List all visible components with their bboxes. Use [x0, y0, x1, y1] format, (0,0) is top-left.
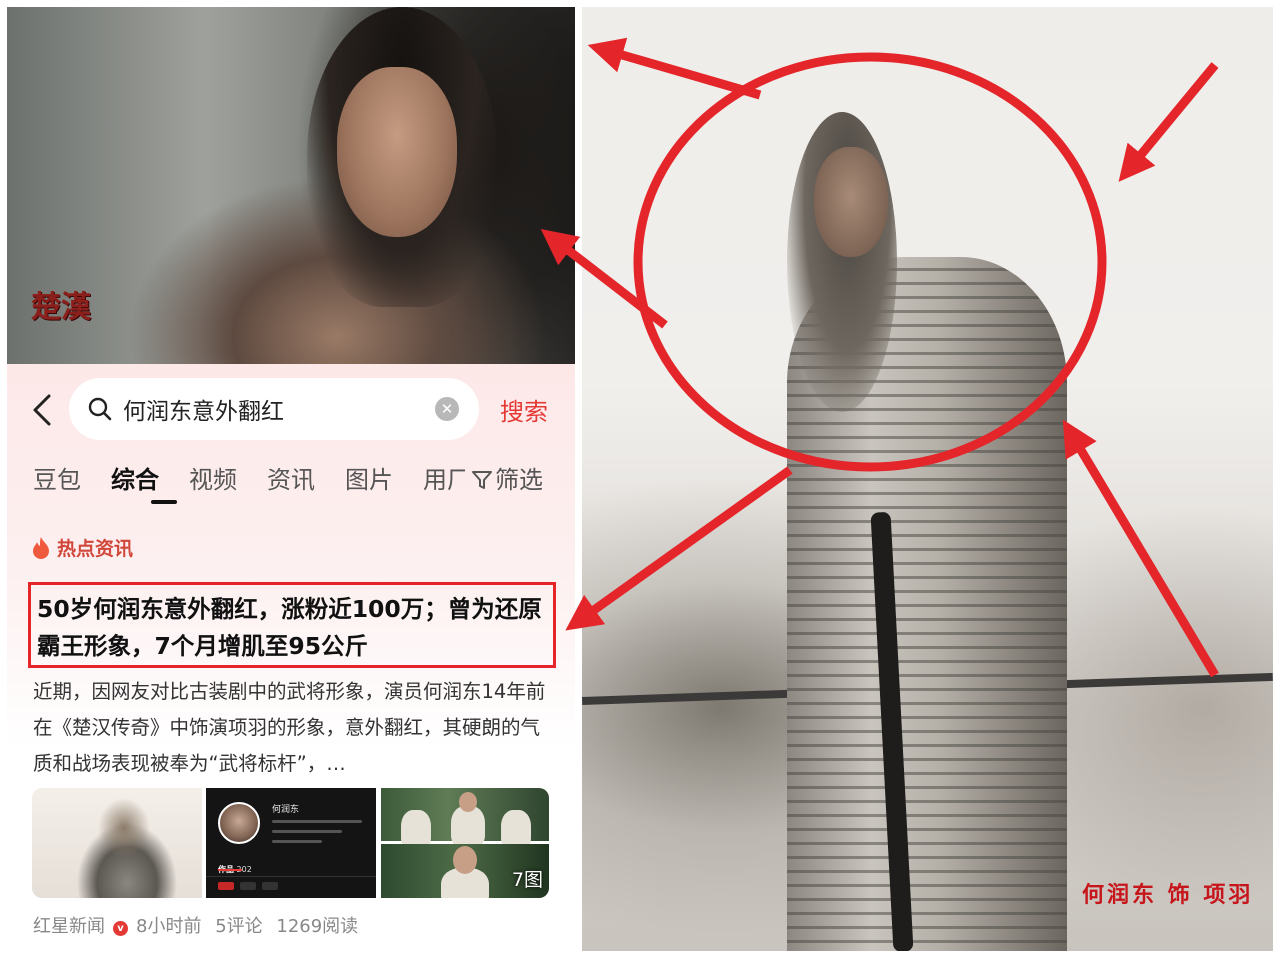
- profile-name: 何润东: [272, 805, 300, 815]
- verified-badge-icon: v: [113, 921, 128, 936]
- profile-divider: [206, 876, 376, 877]
- drama-still-armored-warrior: 何润东 饰 项羽: [582, 7, 1273, 951]
- clear-icon[interactable]: ✕: [435, 397, 459, 421]
- profile-stats-line: [272, 840, 322, 843]
- profile-stats-line: [272, 820, 362, 823]
- filter-label: 筛选: [495, 466, 543, 494]
- filter-icon: [472, 471, 492, 489]
- flame-icon: [33, 537, 49, 559]
- active-tab-indicator: [151, 500, 177, 504]
- article-time: 8小时前: [136, 916, 202, 937]
- thumbnail-drama-stills[interactable]: 7图: [381, 788, 549, 898]
- tab-images[interactable]: 图片: [345, 460, 393, 495]
- tab-news[interactable]: 资讯: [267, 460, 315, 495]
- thumbnail-profile-screenshot[interactable]: 何润东 作品 202: [206, 788, 376, 898]
- search-icon: [88, 397, 112, 421]
- search-button[interactable]: 搜索: [500, 392, 548, 427]
- article-reads: 1269阅读: [276, 916, 359, 937]
- role-caption: 何润东 饰 项羽: [1082, 882, 1254, 908]
- still-top: [381, 788, 549, 850]
- image-count-badge: 7图: [511, 869, 543, 891]
- actor-face: [337, 67, 457, 237]
- tab-doubao[interactable]: 豆包: [33, 460, 81, 495]
- article-thumbnails[interactable]: 何润东 作品 202 7图: [32, 788, 552, 898]
- drama-still-shirtless: 楚漢: [7, 7, 575, 364]
- article-comments: 5评论: [215, 916, 263, 937]
- still-head: [453, 846, 477, 874]
- profile-pill: [262, 882, 278, 890]
- tab-users[interactable]: 用厂: [423, 460, 465, 495]
- hot-news-label: 热点资讯: [57, 538, 134, 560]
- profile-pill: [218, 882, 234, 890]
- category-tabs: 豆包 综合 视频 资讯 图片 用厂 筛选: [33, 460, 573, 508]
- thumbnail-warrior[interactable]: [32, 788, 202, 898]
- hot-news-section-title: 热点资讯: [31, 534, 133, 561]
- tab-video[interactable]: 视频: [189, 460, 237, 495]
- article-headline[interactable]: 50岁何润东意外翻红，涨粉近100万；曾为还原霸王形象，7个月增肌至95公斤: [28, 582, 556, 668]
- article-meta: 红星新闻 v 8小时前 5评论 1269阅读: [33, 912, 366, 938]
- profile-stats-line: [272, 830, 342, 833]
- search-results-screen: 何润东意外翻红 ✕ 搜索 豆包 综合 视频 资讯 图片 用厂 筛选 热点资讯 5…: [7, 364, 575, 958]
- drama-logo: 楚漢: [31, 293, 91, 323]
- filter-button[interactable]: 筛选: [471, 460, 543, 495]
- drama-logo-text: 楚漢: [31, 290, 91, 325]
- search-query[interactable]: 何润东意外翻红: [123, 392, 284, 426]
- chevron-left-icon: [33, 394, 51, 426]
- avatar: [218, 802, 260, 844]
- warrior-face: [814, 147, 888, 257]
- still-figure: [451, 806, 485, 848]
- profile-tab-indicator: [218, 869, 242, 871]
- search-input[interactable]: 何润东意外翻红 ✕: [69, 378, 479, 440]
- tab-comprehensive[interactable]: 综合: [111, 460, 159, 495]
- still-head: [459, 792, 477, 812]
- article-summary[interactable]: 近期，因网友对比古装剧中的武将形象，演员何润东14年前在《楚汉传奇》中饰演项羽的…: [33, 674, 553, 782]
- article-source[interactable]: 红星新闻: [33, 916, 105, 937]
- profile-pill: [240, 882, 256, 890]
- back-button[interactable]: [31, 392, 59, 428]
